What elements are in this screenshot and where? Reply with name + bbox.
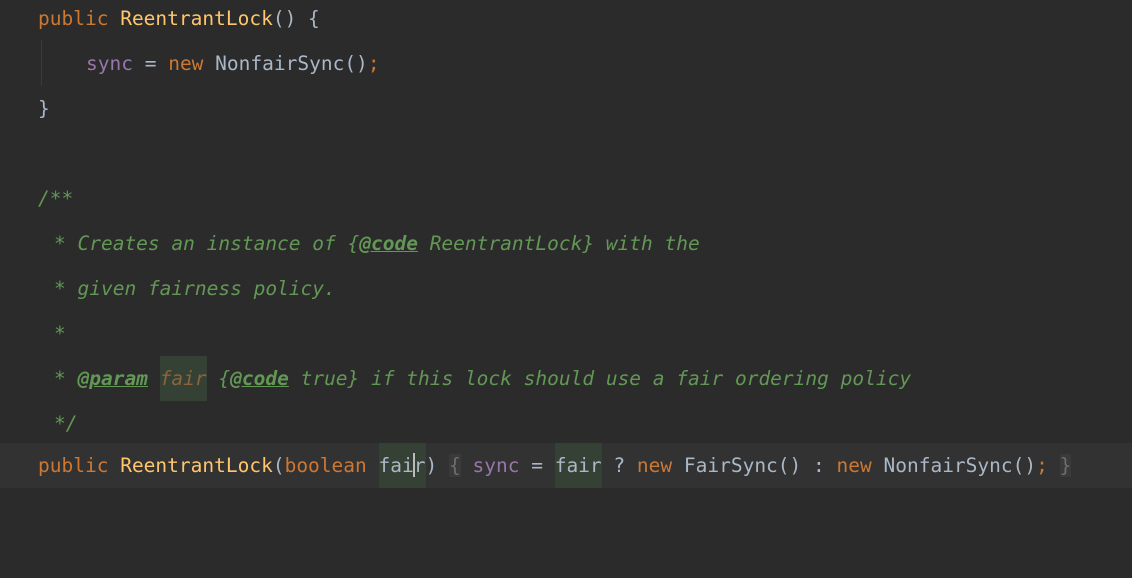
doc-line-2[interactable]: * given fairness policy. [0, 266, 1132, 311]
doc-line-3[interactable]: * [0, 311, 1132, 356]
keyword-new: new [636, 454, 673, 477]
keyword-boolean: boolean [284, 454, 367, 477]
close-paren: ) [425, 454, 438, 477]
doc-line-open[interactable]: /** [0, 176, 1132, 221]
code-text: () { [272, 7, 320, 30]
param-text: r [413, 454, 426, 477]
doc-comment: */ [54, 412, 78, 435]
doc-param-name: fair [159, 356, 207, 401]
doc-tag-param: @param [77, 367, 148, 390]
keyword-new: new [168, 52, 204, 75]
doc-tag-code: @code [359, 232, 418, 255]
closing-brace: } [38, 97, 50, 120]
code-editor[interactable]: public ReentrantLock() { sync = new Nonf… [0, 0, 1132, 527]
code-text: ? [601, 454, 637, 477]
doc-line-close[interactable]: */ [0, 401, 1132, 446]
keyword-new: new [836, 454, 872, 477]
fold-close-brace[interactable]: } [1059, 454, 1072, 477]
code-text: NonfairSync() [203, 52, 368, 75]
doc-comment [148, 367, 160, 390]
doc-tag-code: @code [230, 367, 289, 390]
variable-fair: fair [554, 443, 602, 488]
keyword-public: public [38, 454, 109, 477]
doc-line-4[interactable]: * @param fair {@code true} if this lock … [0, 356, 1132, 401]
open-paren: ( [272, 454, 285, 477]
code-text: = [132, 52, 169, 75]
code-line-2[interactable]: sync = new NonfairSync(); [0, 41, 1132, 86]
semicolon: ; [1036, 454, 1048, 477]
code-text: = [519, 454, 555, 477]
code-line-current[interactable]: public ReentrantLock(boolean fair) { syn… [0, 443, 1132, 488]
doc-comment: * [54, 367, 78, 390]
constructor-name: ReentrantLock [120, 454, 273, 477]
keyword-public: public [38, 7, 109, 30]
doc-comment: * given fairness policy. [54, 277, 336, 300]
doc-comment: ReentrantLock} with the [417, 232, 700, 255]
field-sync: sync [472, 454, 520, 477]
constructor-name: ReentrantLock [120, 7, 273, 30]
semicolon: ; [367, 52, 380, 75]
field-sync: sync [86, 52, 133, 75]
code-text: FairSync() : [672, 454, 837, 477]
code-text: NonfairSync() [871, 454, 1037, 477]
doc-comment: * Creates an instance of { [54, 232, 360, 255]
code-line-3[interactable]: } [0, 86, 1132, 131]
text-caret [412, 452, 415, 477]
doc-comment: /** [38, 187, 74, 210]
fold-open-brace[interactable]: { [449, 454, 461, 477]
doc-comment: { [206, 367, 231, 390]
code-line-1[interactable]: public ReentrantLock() { [0, 0, 1132, 41]
doc-comment: true} if this lock should use a fair ord… [288, 367, 912, 390]
doc-comment: * [54, 322, 66, 345]
doc-line-1[interactable]: * Creates an instance of {@code Reentran… [0, 221, 1132, 266]
param-text: fai [378, 454, 414, 477]
param-fair: fair [378, 443, 426, 488]
